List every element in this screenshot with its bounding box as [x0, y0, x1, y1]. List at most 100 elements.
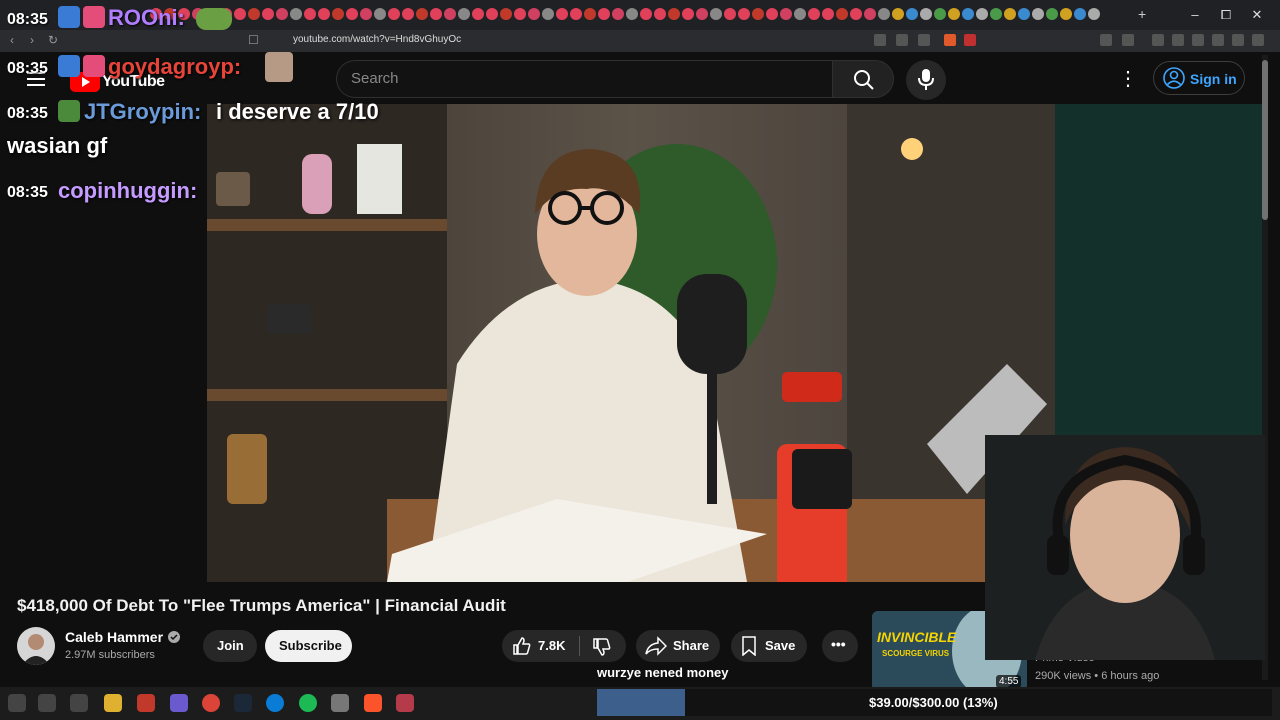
browser-tab-favicon[interactable] [430, 8, 442, 20]
dislike-icon[interactable] [592, 637, 612, 657]
browser-tab-favicon[interactable] [472, 8, 484, 20]
screen-icon[interactable] [874, 34, 886, 46]
browser-tab-favicon[interactable] [654, 8, 666, 20]
obs-icon[interactable] [170, 694, 188, 712]
browser-tab-favicon[interactable] [710, 8, 722, 20]
browser-tab-favicon[interactable] [822, 8, 834, 20]
browser-tab-favicon[interactable] [528, 8, 540, 20]
browser-tab-favicon[interactable] [542, 8, 554, 20]
browser-tab-favicon[interactable] [486, 8, 498, 20]
windows-start-icon[interactable] [8, 694, 26, 712]
browser-tab-favicon[interactable] [948, 8, 960, 20]
browser-tab-favicon[interactable] [668, 8, 680, 20]
browser-tab-favicon[interactable] [1004, 8, 1016, 20]
chat-username[interactable]: ROOni: [108, 5, 185, 31]
browser-tab-favicon[interactable] [612, 8, 624, 20]
browser-tab-favicon[interactable] [794, 8, 806, 20]
browser-tab-favicon[interactable] [290, 8, 302, 20]
brave-rewards-icon[interactable] [964, 34, 976, 46]
brave-shield-icon[interactable] [944, 34, 956, 46]
close-window-button[interactable]: ✕ [1246, 6, 1268, 24]
channel-avatar[interactable] [17, 627, 55, 665]
browser-tab-favicon[interactable] [738, 8, 750, 20]
browser-tab-favicon[interactable] [276, 8, 288, 20]
browser-tab-favicon[interactable] [836, 8, 848, 20]
menu-icon[interactable] [1252, 34, 1264, 46]
app-icon[interactable] [396, 694, 414, 712]
search-taskbar-icon[interactable] [38, 694, 56, 712]
edge-icon[interactable] [266, 694, 284, 712]
scrollbar-thumb[interactable] [1262, 60, 1268, 220]
new-tab-button[interactable]: + [1138, 6, 1146, 22]
browser-tab-favicon[interactable] [500, 8, 512, 20]
minimize-button[interactable]: – [1184, 6, 1206, 24]
browser-tab-favicon[interactable] [906, 8, 918, 20]
browser-tab-favicon[interactable] [920, 8, 932, 20]
wallet-icon[interactable] [1192, 34, 1204, 46]
chat-username[interactable]: JTGroypin: [84, 99, 201, 125]
browser-tab-favicon[interactable] [780, 8, 792, 20]
spotify-icon[interactable] [299, 694, 317, 712]
like-icon[interactable] [512, 636, 532, 656]
browser-tab-favicon[interactable] [976, 8, 988, 20]
channel-name[interactable]: Caleb Hammer [65, 629, 163, 645]
browser-tab-favicon[interactable] [458, 8, 470, 20]
browser-tab-favicon[interactable] [626, 8, 638, 20]
search-button[interactable] [832, 60, 894, 98]
video-player[interactable] [207, 104, 1055, 582]
browser-tab-favicon[interactable] [962, 8, 974, 20]
browser-tab-favicon[interactable] [304, 8, 316, 20]
task-view-icon[interactable] [70, 694, 88, 712]
browser-tab-favicon[interactable] [248, 8, 260, 20]
browser-tab-favicon[interactable] [640, 8, 652, 20]
browser-tab-favicon[interactable] [416, 8, 428, 20]
browser-tab-favicon[interactable] [696, 8, 708, 20]
browser-tab-favicon[interactable] [234, 8, 246, 20]
url-text[interactable]: youtube.com/watch?v=Hnd8vGhuyOc [293, 34, 461, 45]
browser-tab-favicon[interactable] [1088, 8, 1100, 20]
media-icon[interactable] [1152, 34, 1164, 46]
browser-tab-favicon[interactable] [934, 8, 946, 20]
like-count[interactable]: 7.8K [538, 638, 565, 653]
browser-tab-favicon[interactable] [864, 8, 876, 20]
chat-username[interactable]: copinhuggin: [58, 178, 197, 204]
back-icon[interactable]: ‹ [10, 33, 14, 47]
forward-icon[interactable]: › [30, 33, 34, 47]
steam-icon[interactable] [234, 694, 252, 712]
browser-tab-favicon[interactable] [724, 8, 736, 20]
bookmark-icon[interactable]: ☐ [248, 33, 259, 47]
browser-tab-favicon[interactable] [388, 8, 400, 20]
share-page-icon[interactable] [918, 34, 930, 46]
file-explorer-icon[interactable] [104, 694, 122, 712]
voice-search-button[interactable] [906, 60, 946, 100]
browser-tab-favicon[interactable] [444, 8, 456, 20]
browser-tab-favicon[interactable] [262, 8, 274, 20]
browser-tab-favicon[interactable] [878, 8, 890, 20]
browser-tab-favicon[interactable] [360, 8, 372, 20]
reading-icon[interactable] [1172, 34, 1184, 46]
browser-tab-favicon[interactable] [766, 8, 778, 20]
leo-icon[interactable] [1212, 34, 1224, 46]
browser-tab-favicon[interactable] [1074, 8, 1086, 20]
browser-tab-favicon[interactable] [346, 8, 358, 20]
browser-tab-favicon[interactable] [1032, 8, 1044, 20]
settings-kebab-icon[interactable]: ⋮ [1118, 66, 1138, 92]
browser-tab-favicon[interactable] [682, 8, 694, 20]
zoom-icon[interactable] [896, 34, 908, 46]
vpn-icon[interactable] [1232, 34, 1244, 46]
browser-tab-favicon[interactable] [402, 8, 414, 20]
browser-tab-favicon[interactable] [556, 8, 568, 20]
browser-tab-favicon[interactable] [1046, 8, 1058, 20]
chat-username[interactable]: goydagroyp: [108, 54, 241, 80]
browser-tab-favicon[interactable] [1018, 8, 1030, 20]
browser-tab-favicon[interactable] [318, 8, 330, 20]
chrome-icon[interactable] [202, 694, 220, 712]
reload-icon[interactable]: ↻ [48, 33, 58, 47]
browser-tab-favicon[interactable] [752, 8, 764, 20]
app-icon[interactable] [331, 694, 349, 712]
browser-tab-favicon[interactable] [584, 8, 596, 20]
browser-tab-favicon[interactable] [570, 8, 582, 20]
browser-tab-strip[interactable] [150, 8, 1140, 20]
browser-tab-favicon[interactable] [1060, 8, 1072, 20]
brave-icon[interactable] [364, 694, 382, 712]
